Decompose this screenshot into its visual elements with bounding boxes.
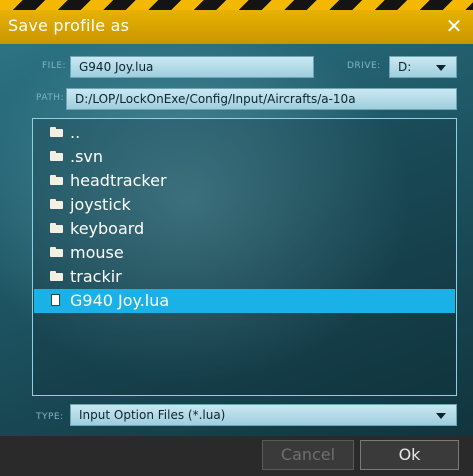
- list-item-selected[interactable]: G940 Joy.lua: [34, 289, 455, 313]
- list-item-label: mouse: [70, 243, 124, 262]
- list-item-label: .svn: [70, 147, 104, 166]
- file-type-select[interactable]: Input Option Files (*.lua): [70, 404, 457, 426]
- chevron-down-icon: [436, 413, 446, 419]
- close-icon[interactable]: ✕: [443, 14, 465, 38]
- file-label: FILE:: [42, 61, 67, 71]
- list-item[interactable]: trackir: [34, 265, 455, 289]
- dialog-title: Save profile as: [8, 16, 130, 35]
- hazard-stripe: [0, 0, 473, 10]
- list-item-label: trackir: [70, 267, 122, 286]
- file-list[interactable]: .. .svn headtracker joystick keyboard mo…: [32, 118, 457, 396]
- list-item[interactable]: .svn: [34, 145, 455, 169]
- chevron-down-icon: [436, 65, 446, 71]
- ok-button[interactable]: Ok: [360, 440, 459, 470]
- folder-icon: [50, 247, 63, 257]
- drive-label: DRIVE:: [347, 61, 381, 71]
- file-name-input[interactable]: G940 Joy.lua: [70, 56, 314, 78]
- folder-icon: [50, 175, 63, 185]
- list-item-label: joystick: [70, 195, 131, 214]
- save-profile-dialog: Save profile as ✕ FILE: G940 Joy.lua DRI…: [0, 0, 473, 476]
- list-item[interactable]: mouse: [34, 241, 455, 265]
- file-icon: [51, 294, 60, 306]
- cancel-button[interactable]: Cancel: [262, 440, 354, 470]
- drive-value: D:: [398, 60, 412, 74]
- folder-icon: [50, 223, 63, 233]
- list-item-label: G940 Joy.lua: [70, 291, 170, 310]
- folder-icon: [50, 199, 63, 209]
- list-item[interactable]: ..: [34, 121, 455, 145]
- list-item[interactable]: headtracker: [34, 169, 455, 193]
- path-field[interactable]: D:/LOP/LockOnExe/Config/Input/Aircrafts/…: [66, 88, 457, 110]
- folder-icon: [50, 271, 63, 281]
- drive-select[interactable]: D:: [389, 56, 457, 78]
- list-item-label: ..: [70, 123, 81, 142]
- title-bar: Save profile as ✕: [0, 10, 473, 44]
- folder-icon: [50, 127, 63, 137]
- type-label: TYPE:: [36, 412, 64, 422]
- button-bar: Cancel Ok: [0, 436, 473, 476]
- file-type-value: Input Option Files (*.lua): [79, 408, 226, 422]
- path-label: PATH:: [36, 93, 65, 103]
- dialog-body: FILE: G940 Joy.lua DRIVE: D: PATH: D:/LO…: [0, 44, 473, 436]
- list-item[interactable]: joystick: [34, 193, 455, 217]
- list-item-label: keyboard: [70, 219, 145, 238]
- list-item[interactable]: keyboard: [34, 217, 455, 241]
- folder-icon: [50, 151, 63, 161]
- list-item-label: headtracker: [70, 171, 167, 190]
